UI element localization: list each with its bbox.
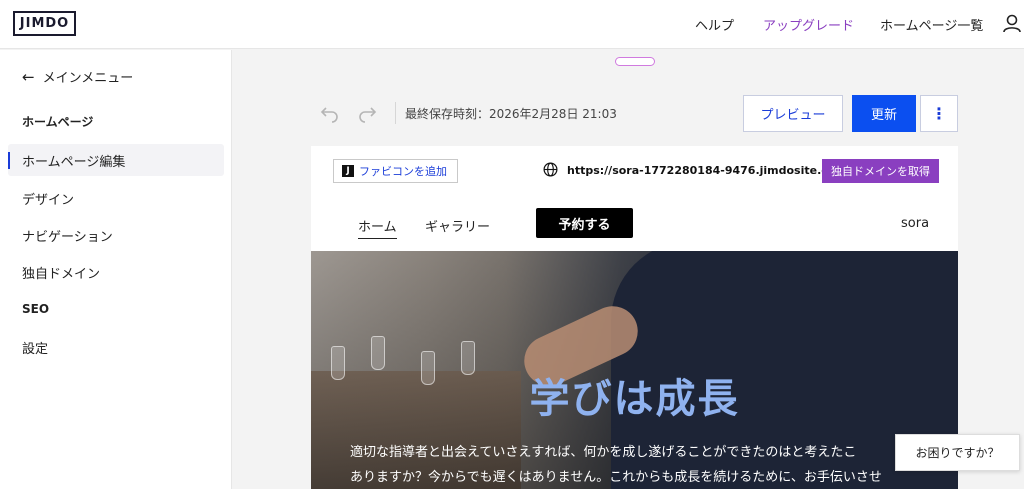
user-icon[interactable] xyxy=(1001,12,1023,34)
site-preview: J ファビコンを追加 https://sora-1772280184-9476.… xyxy=(311,146,958,489)
sidebar-item-custom-domain[interactable]: 独自ドメイン xyxy=(8,256,224,288)
hero-text-line-1[interactable]: 適切な指導者と出会えていさえすれば、何かを成し遂げることができたのはと考えたこ xyxy=(350,441,950,460)
site-nav-gallery[interactable]: ギャラリー xyxy=(425,216,490,235)
sidebar-item-settings[interactable]: 設定 xyxy=(8,331,224,363)
get-custom-domain-button[interactable]: 独自ドメインを取得 xyxy=(822,159,939,183)
top-bar: JIMDO ヘルプ アップグレード ホームページ一覧 xyxy=(0,0,1024,49)
hero-title[interactable]: 学びは成長 xyxy=(311,366,958,424)
back-label: メインメニュー xyxy=(42,71,134,86)
site-name[interactable]: sora xyxy=(901,216,929,231)
sidebar-item-design[interactable]: デザイン xyxy=(8,182,224,214)
site-nav-home[interactable]: ホーム xyxy=(358,216,397,239)
preview-button[interactable]: プレビュー xyxy=(743,95,843,132)
jimdo-logo[interactable]: JIMDO xyxy=(13,11,76,36)
toolbar-divider xyxy=(395,102,396,124)
globe-icon xyxy=(543,162,558,177)
upgrade-link[interactable]: アップグレード xyxy=(763,15,854,34)
section-title-homepage: ホームページ xyxy=(22,115,94,129)
add-favicon-button[interactable]: J ファビコンを追加 xyxy=(333,159,458,183)
help-chat-button[interactable]: お困りですか？ xyxy=(895,434,1020,471)
glass-decoration xyxy=(371,336,385,370)
last-saved-time: 最終保存時刻：2026年2月28日 21:03 xyxy=(405,107,617,121)
arrow-left-icon: ← xyxy=(22,67,35,86)
drag-handle[interactable] xyxy=(615,57,655,66)
sidebar-item-homepage-edit[interactable]: ホームページ編集 xyxy=(8,144,224,176)
sidebar: ← メインメニュー ホームページ ホームページ編集 デザイン ナビゲーション 独… xyxy=(0,50,232,489)
homepage-list-link[interactable]: ホームページ一覧 xyxy=(880,15,983,34)
redo-icon[interactable] xyxy=(357,103,377,123)
jimdo-j-icon: J xyxy=(342,165,354,177)
back-to-main-menu[interactable]: ← メインメニュー xyxy=(22,67,134,87)
sidebar-item-navigation[interactable]: ナビゲーション xyxy=(8,219,224,251)
hero-section[interactable]: 学びは成長 適切な指導者と出会えていさえすれば、何かを成し遂げることができたのは… xyxy=(311,251,958,489)
update-button[interactable]: 更新 xyxy=(852,95,916,132)
hero-text-line-2[interactable]: ありますか？今からでも遅くはありません。これからも成長を続けるために、お手伝いさ… xyxy=(350,466,950,485)
sidebar-item-seo[interactable]: SEO xyxy=(22,302,49,316)
site-url[interactable]: https://sora-1772280184-9476.jimdosite.c… xyxy=(567,164,847,177)
help-link[interactable]: ヘルプ xyxy=(695,15,734,34)
undo-icon[interactable] xyxy=(320,103,340,123)
reserve-button[interactable]: 予約する xyxy=(536,208,633,238)
add-favicon-label: ファビコンを追加 xyxy=(359,165,447,178)
more-options-button[interactable]: ⋮ xyxy=(920,95,958,132)
